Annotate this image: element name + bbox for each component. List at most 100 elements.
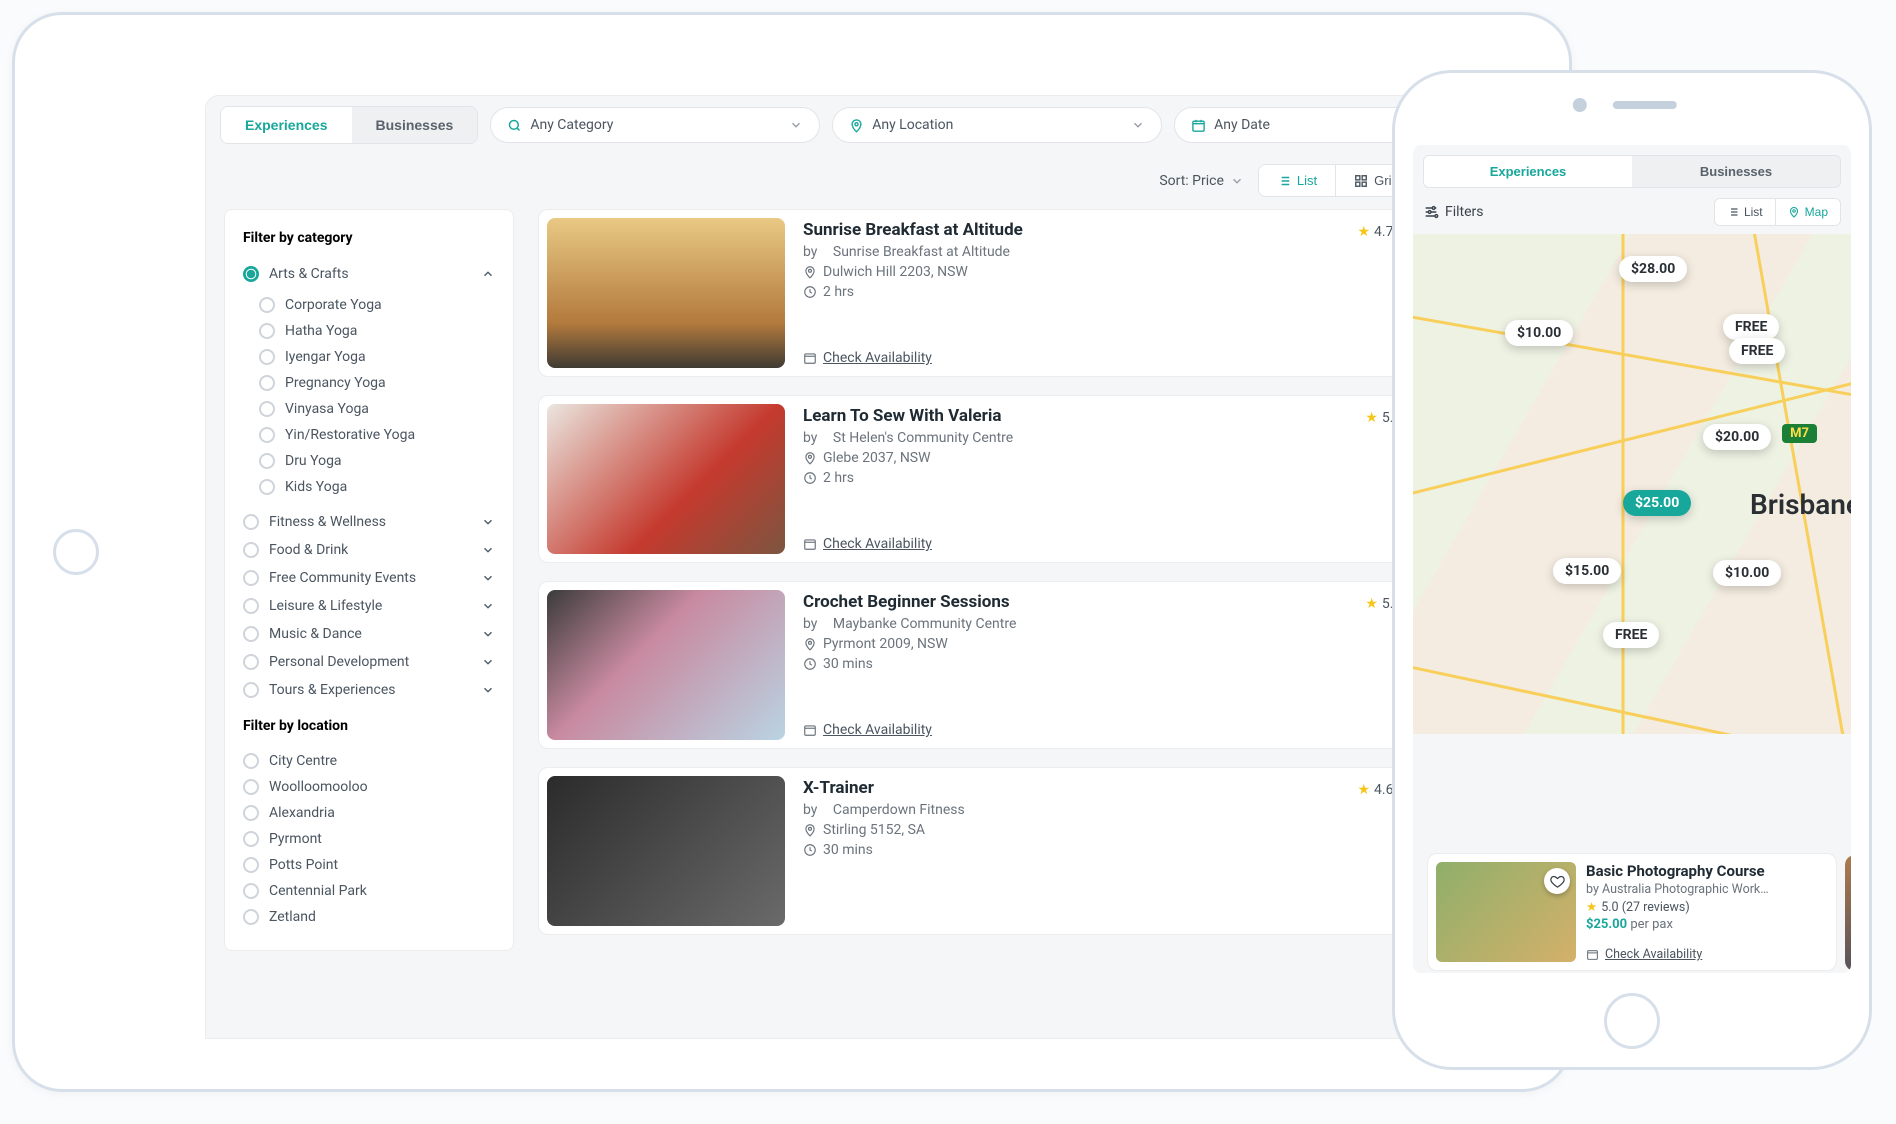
location-item[interactable]: Woolloomooloo — [243, 774, 495, 800]
location-item[interactable]: Potts Point — [243, 852, 495, 878]
listing-thumbnail — [547, 776, 785, 926]
calendar-icon — [803, 723, 817, 737]
map-price-pin[interactable]: FREE — [1729, 338, 1785, 364]
grid-icon — [1354, 174, 1368, 188]
phone-view-list-button[interactable]: List — [1715, 199, 1775, 225]
tab-businesses[interactable]: Businesses — [352, 107, 478, 143]
category-item[interactable]: Leisure & Lifestyle — [243, 592, 495, 620]
map-road — [1413, 664, 1851, 734]
pin-icon — [803, 265, 817, 279]
radio-icon — [259, 453, 275, 469]
phone-next-card-peek[interactable] — [1845, 855, 1851, 971]
map-road — [1752, 234, 1851, 734]
phone-map[interactable]: M7 Brisbane $28.00$10.00FREEFREE$20.00$2… — [1413, 234, 1851, 734]
filter-category-pill[interactable]: Any Category — [490, 107, 820, 143]
by-label: by — [803, 616, 817, 632]
star-icon: ★ — [1357, 782, 1370, 798]
location-item[interactable]: Centennial Park — [243, 878, 495, 904]
chevron-down-icon — [481, 599, 495, 613]
radio-icon — [243, 570, 259, 586]
radio-icon — [243, 883, 259, 899]
category-item[interactable]: Fitness & Wellness — [243, 508, 495, 536]
location-item[interactable]: Alexandria — [243, 800, 495, 826]
subcategory-label: Pregnancy Yoga — [285, 375, 386, 391]
listing-location: Dulwich Hill 2203, NSW — [823, 264, 968, 280]
listing-duration: 30 mins — [823, 656, 873, 672]
phone-subbar: Filters List Map — [1413, 188, 1851, 234]
map-price-pin[interactable]: $10.00 — [1505, 320, 1573, 346]
phone-listing-card[interactable]: Basic Photography Course by Australia Ph… — [1427, 853, 1837, 971]
listing-card[interactable]: X-Trainer by Camperdown Fitness Stirling… — [538, 767, 1500, 935]
category-label: Fitness & Wellness — [269, 514, 386, 530]
location-list: City CentreWoolloomoolooAlexandriaPyrmon… — [243, 748, 495, 930]
map-price-pin[interactable]: $15.00 — [1553, 558, 1621, 584]
chevron-down-icon — [481, 627, 495, 641]
subcategory-item[interactable]: Vinyasa Yoga — [259, 396, 495, 422]
category-item[interactable]: Music & Dance — [243, 620, 495, 648]
listings: Sunrise Breakfast at Altitude by Sunrise… — [538, 209, 1500, 951]
clock-icon — [803, 285, 817, 299]
subcategory-item[interactable]: Iyengar Yoga — [259, 344, 495, 370]
check-availability-link[interactable]: Check Availability — [803, 338, 1023, 366]
location-item[interactable]: City Centre — [243, 748, 495, 774]
listing-card[interactable]: Sunrise Breakfast at Altitude by Sunrise… — [538, 209, 1500, 377]
subcategory-label: Kids Yoga — [285, 479, 347, 495]
phone-frame: Experiences Businesses Filters List Map — [1392, 70, 1872, 1070]
listing-card[interactable]: Learn To Sew With Valeria by St Helen's … — [538, 395, 1500, 563]
category-list: Fitness & Wellness Food & Drink Free Commu… — [243, 508, 495, 704]
filter-location-pill[interactable]: Any Location — [832, 107, 1162, 143]
listing-provider: St Helen's Community Centre — [833, 430, 1013, 446]
phone-tab-experiences[interactable]: Experiences — [1424, 156, 1632, 187]
phone-view-map-button[interactable]: Map — [1775, 199, 1840, 225]
category-item[interactable]: Food & Drink — [243, 536, 495, 564]
listing-card[interactable]: Crochet Beginner Sessions by Maybanke Co… — [538, 581, 1500, 749]
location-item[interactable]: Zetland — [243, 904, 495, 930]
chevron-down-icon — [1230, 174, 1244, 188]
phone-check-availability-link[interactable]: Check Availability — [1586, 943, 1769, 962]
check-availability-link[interactable]: Check Availability — [803, 710, 1016, 738]
map-price-pin[interactable]: $20.00 — [1703, 424, 1771, 450]
tablet-home-button[interactable] — [53, 529, 99, 575]
listing-duration: 2 hrs — [823, 284, 854, 300]
check-availability-link[interactable]: Check Availability — [803, 524, 1013, 552]
subcategory-item[interactable]: Dru Yoga — [259, 448, 495, 474]
tab-experiences[interactable]: Experiences — [221, 107, 352, 143]
map-price-pin[interactable]: FREE — [1723, 314, 1779, 340]
pin-icon — [849, 118, 864, 133]
phone-home-button[interactable] — [1604, 993, 1660, 1049]
location-item[interactable]: Pyrmont — [243, 826, 495, 852]
sidebar: Filter by category Arts & Crafts Corpora… — [224, 209, 514, 951]
category-item[interactable]: Tours & Experiences — [243, 676, 495, 704]
phone-filters-button[interactable]: Filters — [1423, 204, 1484, 220]
calendar-icon — [1586, 948, 1599, 961]
tablet-frame: Experiences Businesses Any Category — [12, 12, 1572, 1092]
radio-icon — [259, 427, 275, 443]
chevron-down-icon — [481, 655, 495, 669]
map-price-pin[interactable]: $25.00 — [1623, 490, 1691, 516]
category-arts-crafts[interactable]: Arts & Crafts — [243, 260, 495, 288]
map-price-pin[interactable]: $10.00 — [1713, 560, 1781, 586]
chevron-down-icon — [481, 571, 495, 585]
radio-icon — [243, 514, 259, 530]
listing-title: Learn To Sew With Valeria — [803, 406, 1013, 426]
subcategory-item[interactable]: Pregnancy Yoga — [259, 370, 495, 396]
subcategory-item[interactable]: Corporate Yoga — [259, 292, 495, 318]
radio-icon — [243, 831, 259, 847]
subcategory-item[interactable]: Yin/Restorative Yoga — [259, 422, 495, 448]
map-price-pin[interactable]: FREE — [1603, 622, 1659, 648]
view-list-button[interactable]: List — [1259, 165, 1335, 196]
favorite-button[interactable] — [1544, 868, 1570, 894]
category-label: Leisure & Lifestyle — [269, 598, 382, 614]
subcategory-item[interactable]: Hatha Yoga — [259, 318, 495, 344]
filter-date-label: Any Date — [1214, 117, 1270, 133]
content: Filter by category Arts & Crafts Corpora… — [206, 209, 1518, 969]
subcategory-item[interactable]: Kids Yoga — [259, 474, 495, 500]
map-price-pin[interactable]: $28.00 — [1619, 256, 1687, 282]
category-item[interactable]: Personal Development — [243, 648, 495, 676]
category-label: Food & Drink — [269, 542, 348, 558]
category-item[interactable]: Free Community Events — [243, 564, 495, 592]
sort-dropdown[interactable]: Sort: Price — [1159, 173, 1244, 189]
phone-tab-businesses[interactable]: Businesses — [1632, 156, 1840, 187]
subcategory-label: Iyengar Yoga — [285, 349, 366, 365]
list-icon — [1277, 174, 1291, 188]
